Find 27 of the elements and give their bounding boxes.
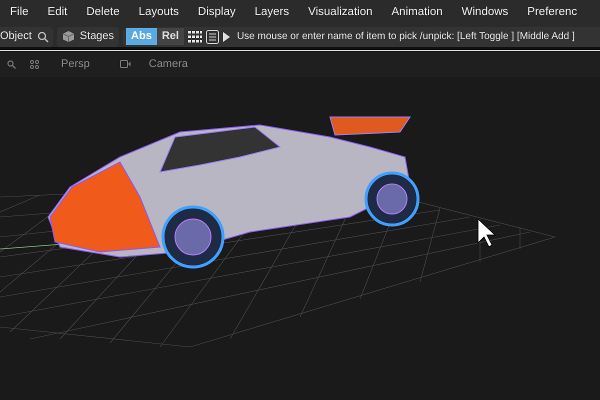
- menu-item[interactable]: Visualization: [308, 4, 372, 22]
- camera-icon[interactable]: [120, 60, 131, 68]
- mode-toggle-button[interactable]: Rel: [156, 28, 184, 45]
- camera-label[interactable]: Camera: [148, 56, 188, 72]
- stages-tool[interactable]: Stages: [56, 26, 120, 46]
- mouse-cursor-icon: [478, 218, 496, 248]
- menu-item[interactable]: Display: [198, 4, 236, 22]
- cube-icon: [62, 30, 75, 43]
- view-label[interactable]: Persp: [61, 56, 90, 72]
- stages-label: Stages: [80, 29, 114, 44]
- menu-item[interactable]: Layers: [254, 4, 290, 22]
- dots-icon[interactable]: [30, 60, 39, 68]
- search-icon[interactable]: [7, 60, 16, 68]
- menu-item[interactable]: Animation: [392, 4, 443, 22]
- menu-item[interactable]: File: [10, 4, 29, 22]
- list-icon[interactable]: [206, 30, 219, 44]
- grid-icon[interactable]: [188, 30, 202, 42]
- menu-item[interactable]: Delete: [86, 4, 120, 22]
- play-icon[interactable]: [222, 32, 230, 42]
- menu-item[interactable]: Windows: [462, 4, 508, 22]
- menu-item[interactable]: Preferenc: [527, 4, 578, 22]
- search-icon: [36, 30, 49, 42]
- menu-item[interactable]: Edit: [48, 4, 68, 22]
- menu-item[interactable]: Layouts: [138, 4, 179, 22]
- object-label: Object: [0, 29, 32, 44]
- prompt-text: Use mouse or enter name of item to pick /unpick: [Left Toggle ] [Middle Add ]: [236, 30, 575, 44]
- object-tool[interactable]: Object: [0, 26, 53, 46]
